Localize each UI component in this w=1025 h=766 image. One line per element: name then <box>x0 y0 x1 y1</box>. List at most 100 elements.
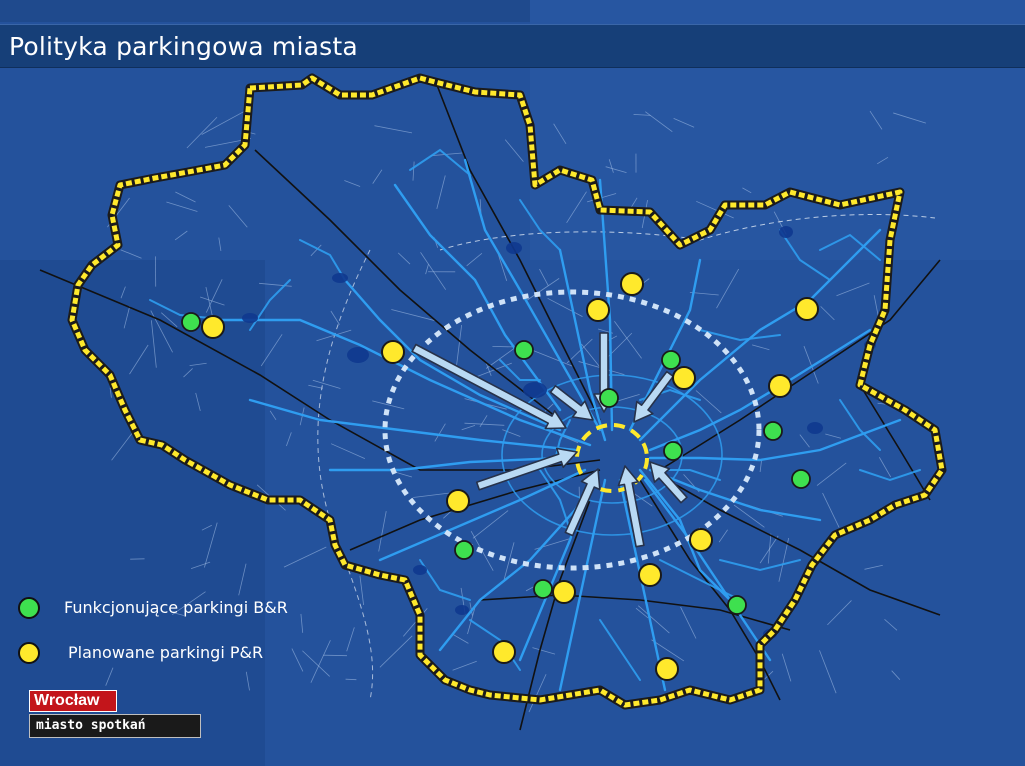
minor-street <box>528 674 547 713</box>
minor-street <box>111 431 134 461</box>
minor-street <box>346 627 355 652</box>
minor-street <box>120 249 142 259</box>
pr-parking-marker[interactable] <box>381 340 405 364</box>
local-road <box>419 559 471 601</box>
pr-parking-marker[interactable] <box>201 315 225 339</box>
minor-street <box>436 175 446 209</box>
local-road <box>699 329 781 342</box>
minor-street <box>344 180 361 187</box>
inflow-arrow <box>633 370 674 423</box>
logo-top: Wrocław <box>29 690 117 712</box>
br-parking-marker[interactable] <box>727 595 747 615</box>
minor-street <box>836 282 870 297</box>
water-body <box>242 313 258 323</box>
minor-street <box>547 297 583 317</box>
minor-street <box>645 111 673 133</box>
minor-street <box>819 650 837 694</box>
minor-street <box>891 670 901 680</box>
minor-street <box>893 112 927 124</box>
minor-street <box>345 678 357 681</box>
pr-parking-marker[interactable] <box>620 272 644 296</box>
minor-street <box>412 161 415 181</box>
minor-street <box>238 563 247 596</box>
br-parking-marker[interactable] <box>181 312 201 332</box>
railway-line <box>659 259 941 471</box>
minor-street <box>884 618 898 631</box>
minor-street <box>434 423 446 442</box>
minor-street <box>605 166 627 173</box>
minor-street <box>201 524 212 531</box>
water-body <box>523 382 547 398</box>
pr-parking-marker[interactable] <box>672 366 696 390</box>
minor-street <box>174 230 188 241</box>
minor-street <box>614 321 642 359</box>
pr-parking-marker[interactable] <box>492 640 516 664</box>
inflow-arrow <box>475 447 578 491</box>
minor-street <box>190 561 211 569</box>
minor-street <box>245 671 250 691</box>
pr-parking-marker[interactable] <box>638 563 662 587</box>
br-parking-marker[interactable] <box>533 579 553 599</box>
minor-street <box>539 268 549 286</box>
br-parking-marker[interactable] <box>791 469 811 489</box>
pr-parking-marker[interactable] <box>655 657 679 681</box>
minor-street <box>205 279 223 313</box>
minor-street <box>218 237 222 251</box>
minor-street <box>876 156 889 165</box>
water-body <box>807 422 823 434</box>
minor-street <box>330 443 366 459</box>
br-parking-marker[interactable] <box>514 340 534 360</box>
minor-street <box>864 564 883 570</box>
minor-street <box>330 310 340 325</box>
minor-street <box>453 634 469 644</box>
water-body <box>506 242 522 254</box>
minor-street <box>359 575 364 606</box>
br-parking-marker[interactable] <box>454 540 474 560</box>
br-parking-marker[interactable] <box>763 421 783 441</box>
minor-street <box>566 191 587 224</box>
minor-street <box>291 648 304 672</box>
minor-street <box>878 457 892 478</box>
minor-street <box>129 344 149 375</box>
minor-street <box>286 432 292 447</box>
minor-street <box>716 268 740 309</box>
minor-street <box>822 492 840 528</box>
br-parking-marker[interactable] <box>663 441 683 461</box>
minor-street <box>150 320 157 368</box>
minor-street <box>105 667 114 686</box>
minor-street <box>673 117 695 128</box>
water-body <box>413 565 427 575</box>
minor-street <box>374 125 413 134</box>
local-road <box>409 148 471 176</box>
minor-street <box>420 252 447 290</box>
pr-parking-marker[interactable] <box>446 489 470 513</box>
pr-parking-marker[interactable] <box>586 298 610 322</box>
minor-street <box>300 613 304 633</box>
local-road <box>149 299 211 319</box>
local-road <box>519 199 561 251</box>
pr-parking-marker[interactable] <box>795 297 819 321</box>
minor-street <box>425 264 429 275</box>
pr-parking-marker[interactable] <box>768 374 792 398</box>
minor-street <box>183 368 193 378</box>
minor-street <box>799 434 810 448</box>
minor-street <box>820 306 835 321</box>
minor-street <box>283 546 327 568</box>
br-parking-marker[interactable] <box>661 350 681 370</box>
minor-street <box>186 116 218 149</box>
minor-street <box>397 252 411 265</box>
minor-street <box>461 425 476 431</box>
minor-street <box>718 529 728 543</box>
pr-parking-marker[interactable] <box>552 580 576 604</box>
water-body <box>332 273 348 283</box>
local-road <box>659 559 741 601</box>
minor-street <box>200 296 225 306</box>
minor-street <box>308 384 323 389</box>
br-parking-marker[interactable] <box>599 388 619 408</box>
minor-street <box>637 605 670 634</box>
title-bar: Polityka parkingowa miasta <box>0 24 1025 68</box>
local-road <box>719 559 801 572</box>
minor-street <box>472 510 509 539</box>
pr-parking-marker[interactable] <box>689 528 713 552</box>
minor-street <box>166 201 198 212</box>
